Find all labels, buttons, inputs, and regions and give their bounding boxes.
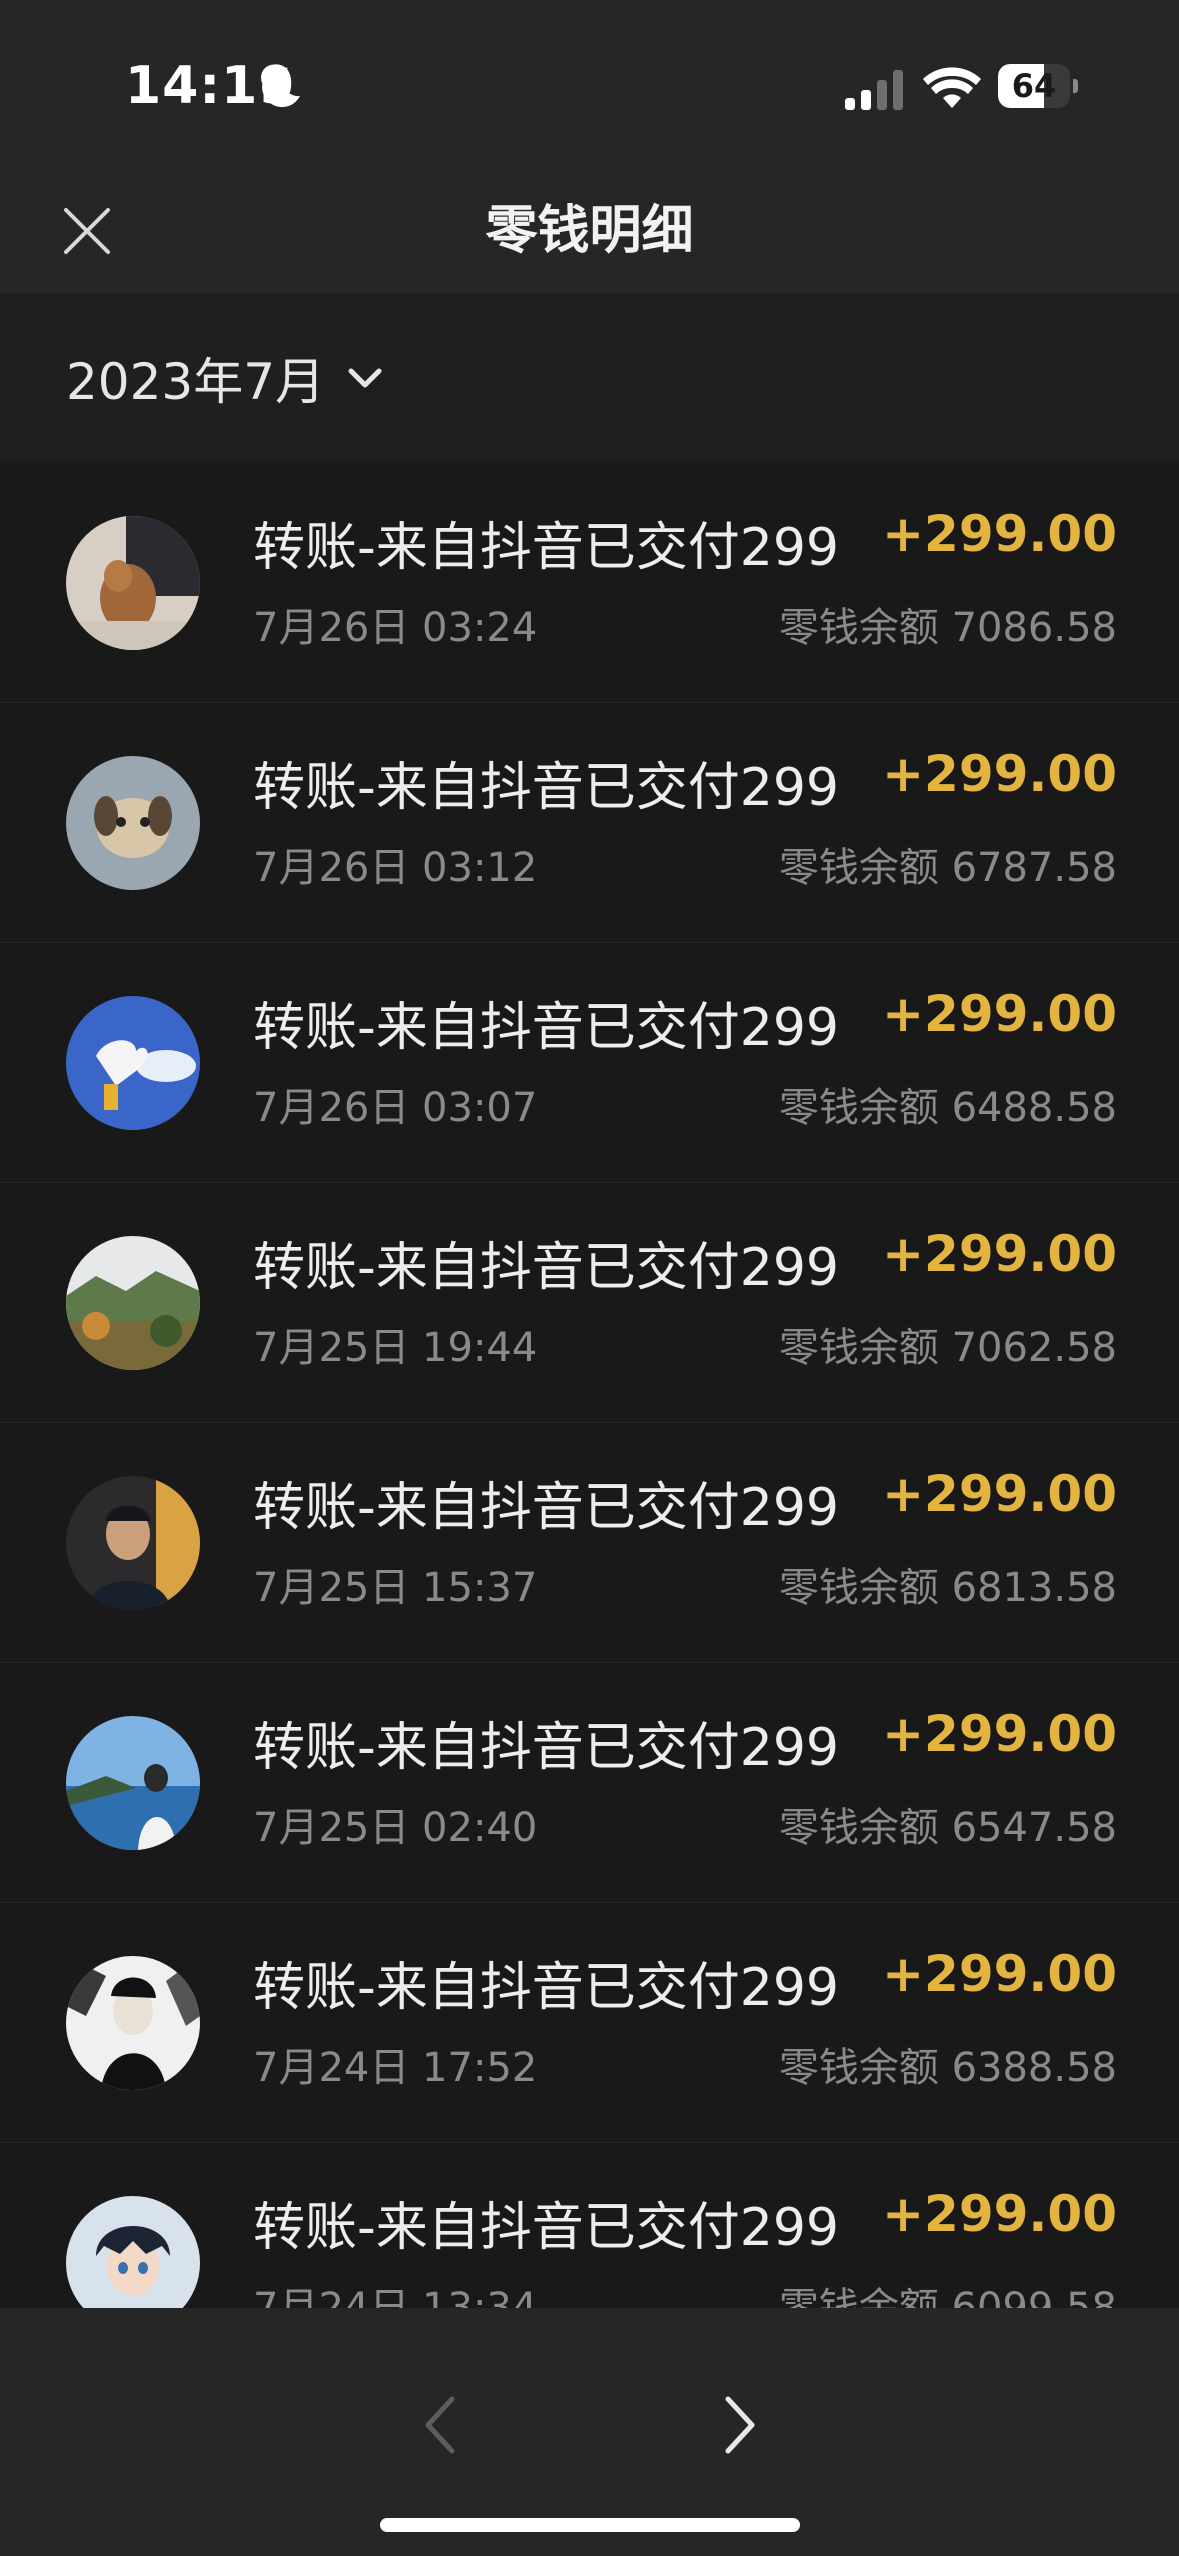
chevron-left-icon [425, 2396, 455, 2454]
transaction-balance: 零钱余额 6787.58 [778, 845, 1117, 891]
transaction-list[interactable]: 转账-来自抖音已交付299 7月26日 03:24 +299.00 零钱余额 7… [0, 463, 1179, 2308]
avatar [66, 756, 200, 890]
avatar [66, 996, 200, 1130]
transaction-title: 转账-来自抖音已交付299 [253, 998, 840, 1058]
close-icon [64, 208, 110, 254]
transaction-row[interactable]: 转账-来自抖音已交付299 7月24日 13:34 +299.00 零钱余额 6… [0, 2143, 1179, 2308]
transaction-amount: +299.00 [882, 505, 1117, 563]
transaction-title: 转账-来自抖音已交付299 [253, 2198, 840, 2258]
transaction-row[interactable]: 转账-来自抖音已交付299 7月25日 15:37 +299.00 零钱余额 6… [0, 1423, 1179, 1663]
nav-bar: 零钱明细 [0, 170, 1179, 293]
transaction-row[interactable]: 转账-来自抖音已交付299 7月25日 02:40 +299.00 零钱余额 6… [0, 1663, 1179, 1903]
month-selector[interactable]: 2023年7月 [66, 343, 385, 413]
transaction-date: 7月26日 03:12 [253, 845, 538, 891]
battery-body: 64 [998, 64, 1070, 108]
transaction-title: 转账-来自抖音已交付299 [253, 758, 840, 818]
page-title: 零钱明细 [485, 201, 694, 261]
transaction-balance: 零钱余额 6547.58 [778, 1805, 1117, 1851]
close-button[interactable] [52, 196, 122, 266]
battery-cap [1073, 79, 1078, 93]
avatar [66, 1236, 200, 1370]
cellular-signal-icon [845, 70, 903, 110]
transaction-balance: 零钱余额 6813.58 [778, 1565, 1117, 1611]
battery-percent: 64 [1011, 67, 1057, 105]
transaction-row[interactable]: 转账-来自抖音已交付299 7月26日 03:24 +299.00 零钱余额 7… [0, 463, 1179, 703]
bottom-navigation-bar [0, 2308, 1179, 2556]
avatar [66, 1476, 200, 1610]
wifi-icon [923, 67, 981, 108]
home-indicator [380, 2518, 800, 2532]
moon-icon [262, 67, 300, 108]
transaction-date: 7月25日 19:44 [253, 1325, 538, 1371]
transaction-date: 7月25日 02:40 [253, 1805, 538, 1851]
transaction-amount: +299.00 [882, 985, 1117, 1043]
transaction-title: 转账-来自抖音已交付299 [253, 1958, 840, 2018]
transaction-amount: +299.00 [882, 1945, 1117, 2003]
filter-bar: 2023年7月 [0, 293, 1179, 463]
transaction-amount: +299.00 [882, 2185, 1117, 2243]
chevron-down-icon [348, 368, 382, 388]
avatar [66, 2196, 200, 2308]
transaction-date: 7月26日 03:24 [253, 605, 538, 651]
transaction-title: 转账-来自抖音已交付299 [253, 1478, 840, 1538]
transaction-balance: 零钱余额 7086.58 [778, 605, 1117, 651]
transaction-date: 7月24日 13:34 [253, 2285, 538, 2308]
transaction-balance: 零钱余额 6099.58 [778, 2285, 1117, 2308]
transaction-amount: +299.00 [882, 1225, 1117, 1283]
transaction-title: 转账-来自抖音已交付299 [253, 518, 840, 578]
transaction-title: 转账-来自抖音已交付299 [253, 1238, 840, 1298]
transaction-amount: +299.00 [882, 1705, 1117, 1763]
transaction-row[interactable]: 转账-来自抖音已交付299 7月26日 03:12 +299.00 零钱余额 6… [0, 703, 1179, 943]
transaction-date: 7月26日 03:07 [253, 1085, 538, 1131]
status-bar: 14:19 64 [0, 0, 1179, 170]
transaction-row[interactable]: 转账-来自抖音已交付299 7月25日 19:44 +299.00 零钱余额 7… [0, 1183, 1179, 1423]
transaction-row[interactable]: 转账-来自抖音已交付299 7月26日 03:07 +299.00 零钱余额 6… [0, 943, 1179, 1183]
battery-indicator: 64 [998, 64, 1080, 108]
transaction-row[interactable]: 转账-来自抖音已交付299 7月24日 17:52 +299.00 零钱余额 6… [0, 1903, 1179, 2143]
transaction-balance: 零钱余额 6488.58 [778, 1085, 1117, 1131]
transaction-amount: +299.00 [882, 1465, 1117, 1523]
avatar [66, 1716, 200, 1850]
transaction-date: 7月24日 17:52 [253, 2045, 538, 2091]
transaction-balance: 零钱余额 7062.58 [778, 1325, 1117, 1371]
avatar [66, 1956, 200, 2090]
transaction-date: 7月25日 15:37 [253, 1565, 538, 1611]
transaction-title: 转账-来自抖音已交付299 [253, 1718, 840, 1778]
chevron-right-icon [725, 2396, 755, 2454]
forward-button[interactable] [705, 2380, 775, 2470]
back-button[interactable] [405, 2380, 475, 2470]
month-label: 2023年7月 [66, 353, 326, 411]
transaction-amount: +299.00 [882, 745, 1117, 803]
avatar [66, 516, 200, 650]
transaction-balance: 零钱余额 6388.58 [778, 2045, 1117, 2091]
